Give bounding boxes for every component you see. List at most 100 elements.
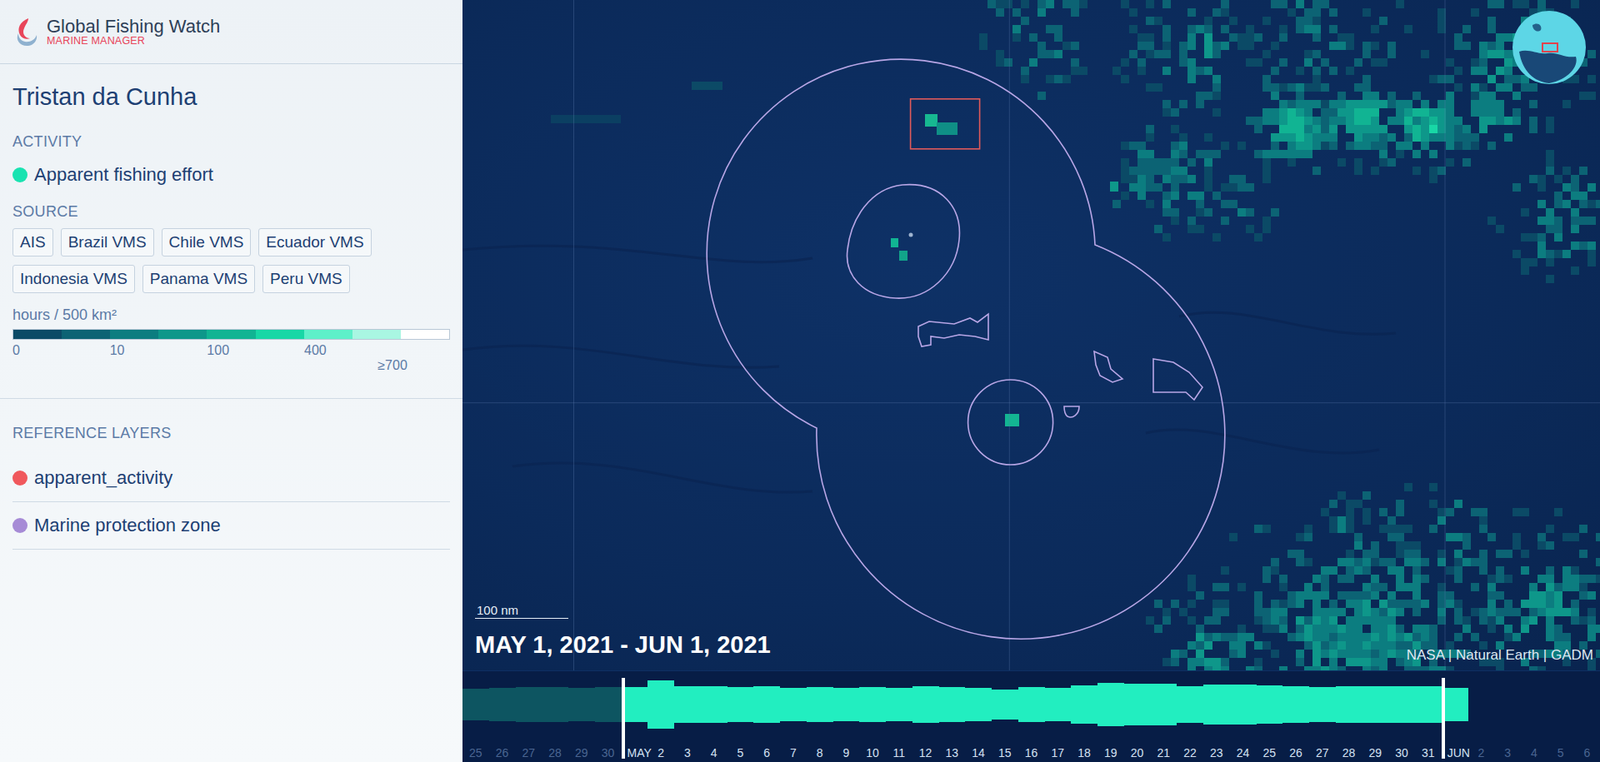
- timeline-day[interactable]: 19: [1097, 671, 1125, 762]
- fishing-effort-cell: [1295, 150, 1305, 159]
- timeline-day[interactable]: 15: [991, 671, 1019, 762]
- timeline-day[interactable]: 23: [1203, 671, 1230, 762]
- timeline-day[interactable]: 13: [939, 671, 966, 762]
- timeline-day[interactable]: 2: [647, 671, 675, 762]
- source-tag[interactable]: Peru VMS: [262, 265, 350, 294]
- source-tag[interactable]: Chile VMS: [161, 228, 252, 257]
- fishing-effort-cell: [1070, 66, 1080, 75]
- fishing-effort-cell: [1279, 125, 1288, 134]
- timeline-handle[interactable]: [1441, 678, 1445, 760]
- island-outline[interactable]: [1064, 406, 1080, 418]
- timeline-day[interactable]: 16: [1018, 671, 1045, 762]
- timeline-day[interactable]: 20: [1124, 671, 1151, 762]
- timeline-day[interactable]: 28: [1335, 671, 1363, 762]
- timeline-day[interactable]: 26: [489, 671, 516, 762]
- timeline-day[interactable]: 5: [727, 671, 755, 762]
- fishing-effort-cell: [1337, 33, 1346, 42]
- timeline-day[interactable]: 14: [965, 671, 992, 762]
- timeline[interactable]: 252627282930MAY2345678910111213141516171…: [462, 670, 1600, 762]
- timeline-day[interactable]: 22: [1176, 671, 1204, 762]
- timeline-day[interactable]: 6: [1574, 671, 1600, 762]
- timeline-day[interactable]: MAY: [621, 671, 649, 762]
- fishing-effort-cell: [1462, 158, 1471, 167]
- activity-bar: [912, 686, 940, 723]
- timeline-day[interactable]: 12: [912, 671, 940, 762]
- timeline-day[interactable]: JUN: [1441, 671, 1469, 762]
- fishing-effort-cell: [1529, 616, 1538, 625]
- fishing-effort-cell: [1320, 566, 1330, 575]
- fishing-effort-cell: [1429, 75, 1438, 84]
- source-tag[interactable]: Indonesia VMS: [12, 265, 135, 294]
- source-tag[interactable]: Brazil VMS: [60, 228, 155, 257]
- timeline-day[interactable]: 3: [674, 671, 701, 762]
- timeline-day[interactable]: 8: [806, 671, 834, 762]
- island-outline[interactable]: [1153, 359, 1203, 400]
- fishing-effort-cell: [1229, 33, 1238, 42]
- day-label: MAY: [621, 738, 649, 762]
- timeline-day[interactable]: 27: [1309, 671, 1336, 762]
- activity-bar: [1097, 683, 1125, 727]
- island-outline[interactable]: [918, 314, 989, 347]
- fishing-effort-cell: [1312, 33, 1321, 42]
- timeline-day[interactable]: 28: [541, 671, 569, 762]
- fishing-effort-cell: [1037, 0, 1046, 9]
- timeline-day[interactable]: 11: [885, 671, 913, 762]
- fishing-effort-cell: [1504, 133, 1513, 142]
- timeline-day[interactable]: 29: [1362, 671, 1390, 762]
- fishing-effort-cell: [1362, 8, 1371, 17]
- timeline-day[interactable]: 27: [515, 671, 543, 762]
- activity-layer[interactable]: Apparent fishing effort: [12, 163, 450, 187]
- timeline-day[interactable]: 7: [780, 671, 807, 762]
- fishing-effort-cell: [1545, 541, 1555, 550]
- source-tag[interactable]: Ecuador VMS: [258, 228, 371, 257]
- timeline-day[interactable]: 6: [753, 671, 780, 762]
- timeline-day[interactable]: 4: [700, 671, 728, 762]
- brand[interactable]: Global Fishing WatchMARINE MANAGER: [46, 16, 220, 47]
- timeline-day[interactable]: 25: [1256, 671, 1284, 762]
- globe-icon[interactable]: [1512, 10, 1586, 85]
- eez-boundary[interactable]: [706, 59, 1225, 640]
- timeline-day[interactable]: 9: [833, 671, 860, 762]
- marine-protection-zone[interactable]: [706, 59, 1225, 640]
- fishing-effort-cell: [1204, 25, 1213, 34]
- timeline-day[interactable]: 31: [1415, 671, 1442, 762]
- fishing-effort-cell: [1537, 250, 1546, 259]
- reference-layer[interactable]: apparent_activity: [12, 455, 450, 503]
- timeline-day[interactable]: 10: [859, 671, 886, 762]
- timeline-day[interactable]: 2: [1468, 671, 1495, 762]
- timeline-day[interactable]: 21: [1150, 671, 1178, 762]
- fishing-effort-cell: [1570, 616, 1580, 625]
- fishing-effort-cell: [1237, 583, 1246, 592]
- timeline-day[interactable]: 24: [1230, 671, 1257, 762]
- timeline-day[interactable]: 30: [595, 671, 622, 762]
- timeline-day[interactable]: 17: [1045, 671, 1072, 762]
- timeline-day[interactable]: 29: [568, 671, 595, 762]
- activity-bar: [515, 687, 543, 723]
- timeline-day[interactable]: 26: [1282, 671, 1310, 762]
- timeline-handle[interactable]: [621, 678, 625, 760]
- timeline-day[interactable]: 18: [1070, 671, 1098, 762]
- map-canvas[interactable]: [462, 0, 1600, 671]
- timeline-day[interactable]: 5: [1547, 671, 1575, 762]
- source-tag[interactable]: AIS: [12, 228, 54, 257]
- brand-title: Global Fishing Watch: [46, 16, 220, 36]
- island-zone[interactable]: [847, 185, 960, 299]
- fishing-effort-cell: [1262, 525, 1271, 534]
- fishing-effort-cell: [1479, 50, 1488, 59]
- timeline-day[interactable]: 4: [1520, 671, 1548, 762]
- fishing-effort-cell: [1487, 0, 1496, 9]
- island-zone[interactable]: [968, 380, 1054, 465]
- fishing-effort-cell: [1187, 225, 1196, 234]
- map[interactable]: 100 nmMAY 1, 2021 - JUN 1, 2021NASA | Na…: [462, 0, 1600, 671]
- reference-layer[interactable]: Marine protection zone: [12, 502, 450, 550]
- timeline-day[interactable]: 25: [462, 671, 490, 762]
- island-outline[interactable]: [1094, 351, 1123, 383]
- timeline-day[interactable]: 30: [1388, 671, 1415, 762]
- fishing-effort-cell: [1337, 158, 1346, 167]
- sidebar-body: Tristan da CunhaACTIVITYApparent fishing…: [0, 64, 463, 550]
- source-tag[interactable]: Panama VMS: [142, 265, 255, 294]
- apparent-activity-box[interactable]: [910, 99, 980, 150]
- fishing-effort-cell: [1345, 508, 1355, 517]
- activity-bar: [1045, 688, 1072, 723]
- timeline-day[interactable]: 3: [1494, 671, 1521, 762]
